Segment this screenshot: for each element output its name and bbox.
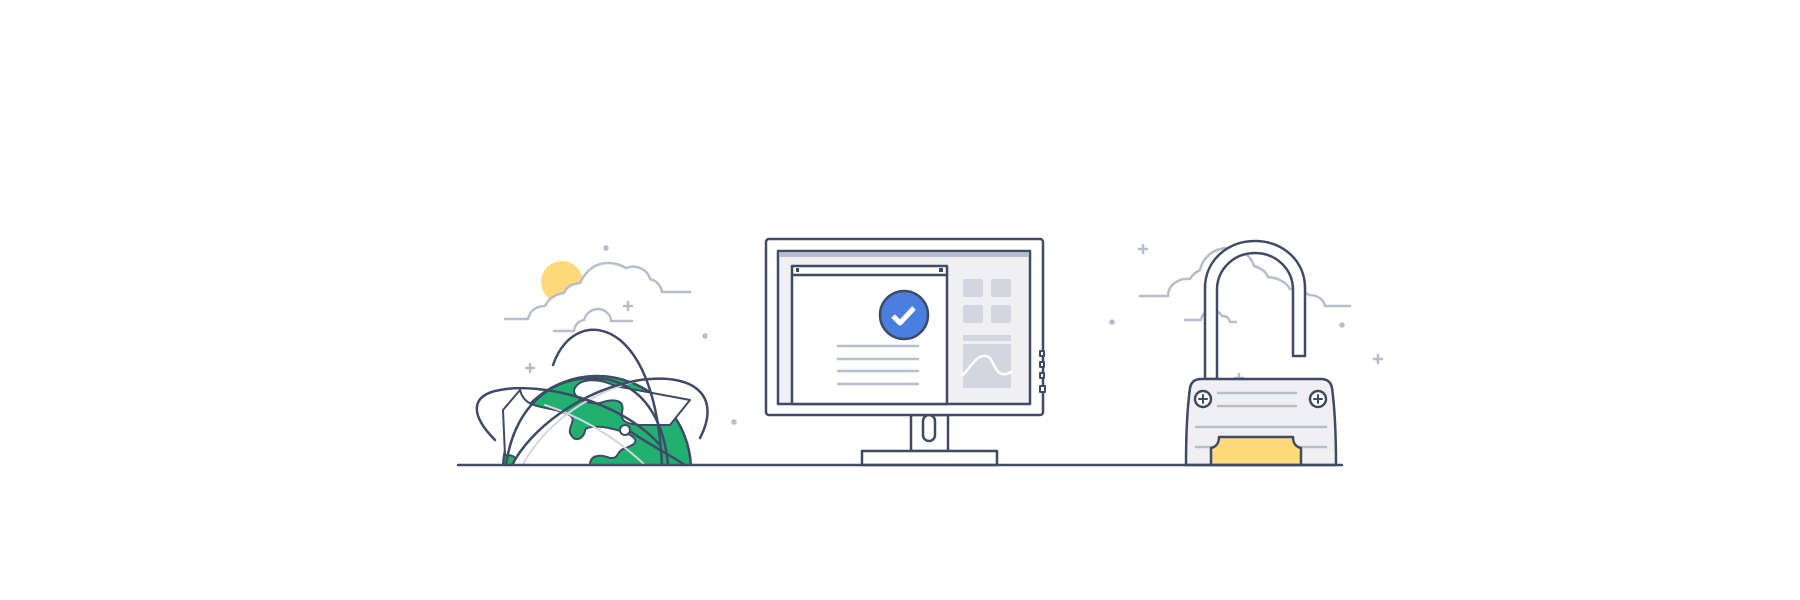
cloud-right xyxy=(1138,246,1352,324)
globe-pin xyxy=(619,424,631,436)
globe xyxy=(475,328,709,467)
monitor xyxy=(764,237,1046,467)
monitor-stand-base xyxy=(860,449,999,467)
lock-plate xyxy=(1209,435,1303,467)
check-badge xyxy=(878,289,930,341)
cloud-small xyxy=(552,307,634,333)
security-illustration xyxy=(456,237,1384,467)
lock-shackle xyxy=(1203,239,1307,381)
